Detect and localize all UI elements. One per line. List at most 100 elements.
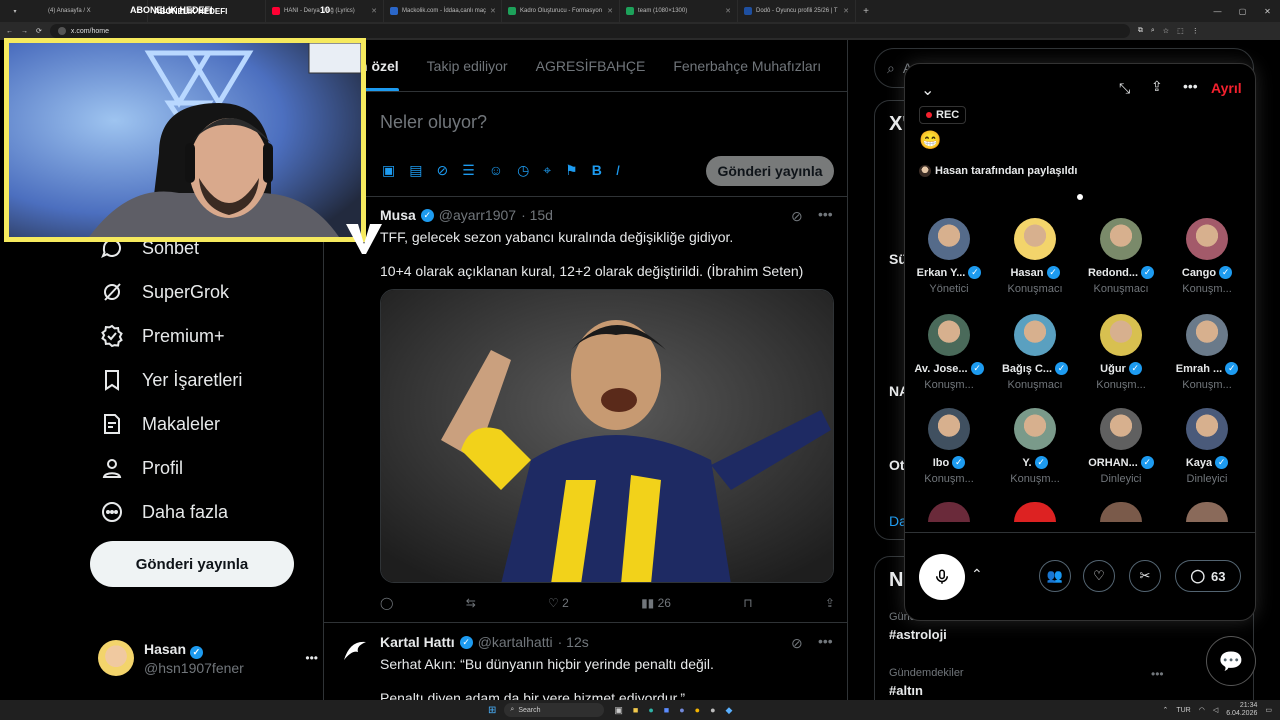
- site-info-icon[interactable]: [57, 27, 66, 35]
- share-icon[interactable]: ⇪: [825, 596, 835, 610]
- browser-menu-icon[interactable]: ⋮: [1192, 27, 1199, 35]
- taskbar-search[interactable]: ⌕ Search: [504, 703, 605, 717]
- like-button[interactable]: ♡ 2: [548, 596, 569, 610]
- tweet-more-icon[interactable]: •••: [818, 633, 833, 649]
- more-icon[interactable]: •••: [1183, 78, 1198, 94]
- browser-tab-3[interactable]: Mackolik.com - İddaa,canlı maç ✕: [384, 0, 502, 22]
- forward-icon[interactable]: →: [21, 28, 28, 35]
- reply-icon[interactable]: ◯: [380, 596, 393, 610]
- share-icon[interactable]: ⇪: [1151, 78, 1163, 95]
- tab-following[interactable]: Takip ediliyor: [427, 58, 508, 74]
- participant[interactable]: Cango ✓ Konuşm...: [1167, 218, 1247, 295]
- mic-button[interactable]: [919, 554, 965, 600]
- leave-button[interactable]: Ayrıl: [1211, 80, 1242, 96]
- bookmark-star-icon[interactable]: ☆: [1163, 27, 1169, 35]
- location-icon[interactable]: ⌖: [543, 162, 551, 179]
- participant[interactable]: Y. ✓ Konuşm...: [995, 408, 1075, 485]
- minimize-space-icon[interactable]: ⤡: [1119, 80, 1130, 97]
- repost-icon[interactable]: ⇆: [466, 596, 476, 610]
- more-icon[interactable]: •••: [305, 651, 318, 665]
- close-window-icon[interactable]: ✕: [1255, 7, 1280, 16]
- comments-button[interactable]: ◯ 63: [1175, 560, 1241, 592]
- trend-more-icon[interactable]: •••: [1151, 667, 1164, 681]
- chrome-icon[interactable]: ●: [695, 705, 700, 716]
- browser-tab-6[interactable]: Dodô - Oyuncu profili 25/26 | T ✕: [738, 0, 856, 22]
- extensions-icon[interactable]: ⬚: [1177, 27, 1184, 35]
- reload-icon[interactable]: ⟳: [36, 27, 42, 35]
- tweet-time[interactable]: · 15d: [521, 207, 553, 223]
- tweet[interactable]: Musa ✓ @ayarr1907 · 15d TFF, gelecek sez…: [380, 207, 803, 279]
- browser-tab-4[interactable]: Kadro Oluşturucu - Formasyon ✕: [502, 0, 620, 22]
- trend-item[interactable]: #astroloji: [889, 627, 947, 642]
- cast-icon[interactable]: ⧉: [1138, 27, 1143, 35]
- clock[interactable]: 21:34 6.04.2026: [1226, 702, 1257, 718]
- tab-close-icon[interactable]: ✕: [371, 7, 377, 15]
- sidebar-item-more[interactable]: Daha fazla: [100, 490, 320, 534]
- wifi-icon[interactable]: ◠: [1199, 706, 1205, 714]
- italic-icon[interactable]: I: [616, 162, 620, 179]
- avatar[interactable]: [1014, 502, 1056, 522]
- sidebar-item-premium[interactable]: Premium+: [100, 314, 320, 358]
- post-button[interactable]: Gönderi yayınla: [90, 541, 294, 587]
- tab-agresifbahce[interactable]: AGRESİFBAHÇE: [536, 58, 646, 74]
- poll-icon[interactable]: ☰: [462, 162, 475, 179]
- language-indicator[interactable]: TUR: [1176, 707, 1190, 714]
- app-icon[interactable]: ◆: [726, 705, 733, 716]
- tab-close-icon[interactable]: ✕: [843, 7, 849, 15]
- react-icon[interactable]: ♡: [1083, 560, 1115, 592]
- clip-icon[interactable]: ✂: [1129, 560, 1161, 592]
- account-switcher[interactable]: Hasan ✓ @hsn1907fener •••: [98, 636, 318, 680]
- notifications-icon[interactable]: ▭: [1265, 706, 1272, 714]
- media-icon[interactable]: ▣: [382, 162, 395, 179]
- schedule-icon[interactable]: ◷: [517, 162, 529, 179]
- volume-icon[interactable]: ◁: [1213, 706, 1218, 714]
- flag-icon[interactable]: ⚑: [565, 162, 578, 179]
- sidebar-item-supergrok[interactable]: SuperGrok: [100, 270, 320, 314]
- tweet[interactable]: Kartal Hattı ✓ @kartalhatti · 12s Serhat…: [380, 634, 714, 706]
- browser-tab-5[interactable]: team (1080×1300) ✕: [620, 0, 738, 22]
- sidebar-item-bookmarks[interactable]: Yer İşaretleri: [100, 358, 320, 402]
- new-tab-button[interactable]: +: [856, 6, 876, 17]
- discord-icon[interactable]: ●: [679, 705, 684, 716]
- participant[interactable]: Emrah ... ✓ Konuşm...: [1167, 314, 1247, 391]
- tweet-author[interactable]: Musa: [380, 207, 416, 223]
- messages-fab[interactable]: 💬: [1206, 636, 1256, 686]
- file-explorer-icon[interactable]: ■: [633, 705, 638, 716]
- task-view-icon[interactable]: ▣: [614, 705, 623, 716]
- tweet-more-icon[interactable]: •••: [818, 206, 833, 222]
- collapse-chevron-icon[interactable]: ⌄: [921, 80, 934, 100]
- participant[interactable]: Av. Jose... ✓ Konuşm...: [909, 314, 989, 391]
- participant[interactable]: ORHAN... ✓ Dinleyici: [1081, 408, 1161, 485]
- edge-icon[interactable]: ●: [648, 705, 653, 716]
- gif-icon[interactable]: ▤: [409, 162, 422, 179]
- windows-start-icon[interactable]: ⊞: [488, 705, 496, 716]
- sidebar-item-articles[interactable]: Makaleler: [100, 402, 320, 446]
- composer-post-button[interactable]: Gönderi yayınla: [706, 156, 834, 186]
- tab-close-icon[interactable]: ✕: [725, 7, 731, 15]
- bookmark-icon[interactable]: ⊓: [743, 596, 752, 610]
- trend-item[interactable]: #altın: [889, 683, 923, 698]
- store-icon[interactable]: ■: [664, 705, 669, 716]
- views-button[interactable]: ▮▮ 26: [641, 596, 671, 610]
- participant[interactable]: Redond... ✓ Konuşmacı: [1081, 218, 1161, 295]
- tab-close-icon[interactable]: ✕: [490, 7, 496, 15]
- participant[interactable]: Uğur ✓ Konuşm...: [1081, 314, 1161, 391]
- sidebar-item-profile[interactable]: Profil: [100, 446, 320, 490]
- avatar[interactable]: [1186, 502, 1228, 522]
- avatar[interactable]: [928, 502, 970, 522]
- tray-chevron-icon[interactable]: ⌃: [1162, 706, 1168, 714]
- maximize-icon[interactable]: ▢: [1230, 7, 1255, 16]
- back-icon[interactable]: ←: [6, 28, 13, 35]
- tab-fb-muhafizlari[interactable]: Fenerbahçe Muhafızları: [673, 58, 821, 74]
- participant[interactable]: Erkan Y... ✓ Yönetici: [909, 218, 989, 295]
- tweet-handle[interactable]: @ayarr1907: [439, 207, 516, 223]
- chevron-up-icon[interactable]: ⌃: [971, 566, 983, 583]
- participant[interactable]: Ibo ✓ Konuşm...: [909, 408, 989, 485]
- grok-explain-icon[interactable]: ⊘: [791, 635, 803, 652]
- tweet-image[interactable]: [380, 289, 834, 583]
- bold-icon[interactable]: B: [592, 162, 602, 179]
- obs-icon[interactable]: ●: [710, 705, 715, 716]
- people-icon[interactable]: 👥: [1039, 560, 1071, 592]
- tweet-author[interactable]: Kartal Hattı: [380, 634, 455, 650]
- zoom-icon[interactable]: ⌕: [1151, 27, 1155, 35]
